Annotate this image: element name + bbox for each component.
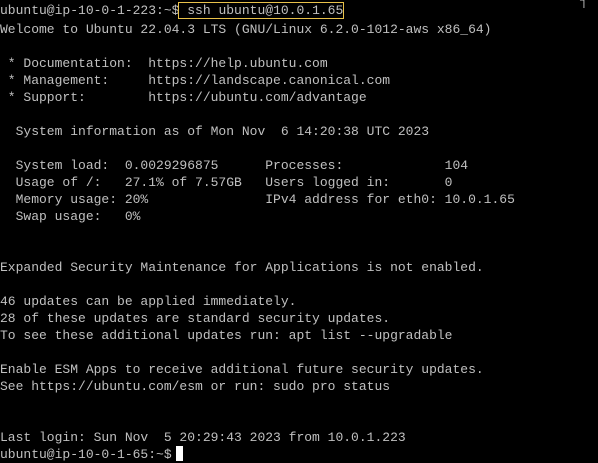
last-login: Last login: Sun Nov 5 20:29:43 2023 from… — [0, 430, 406, 445]
prompt: ubuntu@ip-10-0-1-223:~$ — [0, 3, 180, 18]
sysinfo-line: Memory usage: 20% IPv4 address for eth0:… — [0, 192, 515, 207]
prompt: ubuntu@ip-10-0-1-65:~$ — [0, 447, 172, 462]
sysinfo-line: Usage of /: 27.1% of 7.57GB Users logged… — [0, 175, 453, 190]
updates-line: To see these additional updates run: apt… — [0, 328, 453, 343]
ssh-command-highlight: ssh ubuntu@10.0.1.65 — [178, 2, 345, 19]
ssh-command: ssh ubuntu@10.0.1.65 — [187, 3, 344, 18]
esm-apps-line: Enable ESM Apps to receive additional fu… — [0, 362, 484, 377]
esm-apps-line: See https://ubuntu.com/esm or run: sudo … — [0, 379, 391, 394]
text-cursor — [175, 446, 183, 461]
ssh-command-line: ubuntu@ip-10-0-1-223:~$ ssh ubuntu@10.0.… — [0, 2, 345, 19]
clipped-previous-line: ┤ — [580, 0, 588, 8]
documentation-link: * Documentation: https://help.ubuntu.com — [0, 56, 328, 71]
sysinfo-line: System load: 0.0029296875 Processes: 104 — [0, 158, 469, 173]
final-prompt-line[interactable]: ubuntu@ip-10-0-1-65:~$ — [0, 446, 183, 463]
updates-line: 28 of these updates are standard securit… — [0, 311, 391, 326]
support-link: * Support: https://ubuntu.com/advantage — [0, 90, 367, 105]
updates-line: 46 updates can be applied immediately. — [0, 294, 297, 309]
sysinfo-header: System information as of Mon Nov 6 14:20… — [0, 124, 430, 139]
welcome-message: Welcome to Ubuntu 22.04.3 LTS (GNU/Linux… — [0, 22, 492, 37]
esm-notice: Expanded Security Maintenance for Applic… — [0, 260, 484, 275]
sysinfo-line: Swap usage: 0% — [0, 209, 141, 224]
management-link: * Management: https://landscape.canonica… — [0, 73, 391, 88]
terminal-window[interactable]: ┤ ubuntu@ip-10-0-1-223:~$ ssh ubuntu@10.… — [0, 0, 598, 463]
